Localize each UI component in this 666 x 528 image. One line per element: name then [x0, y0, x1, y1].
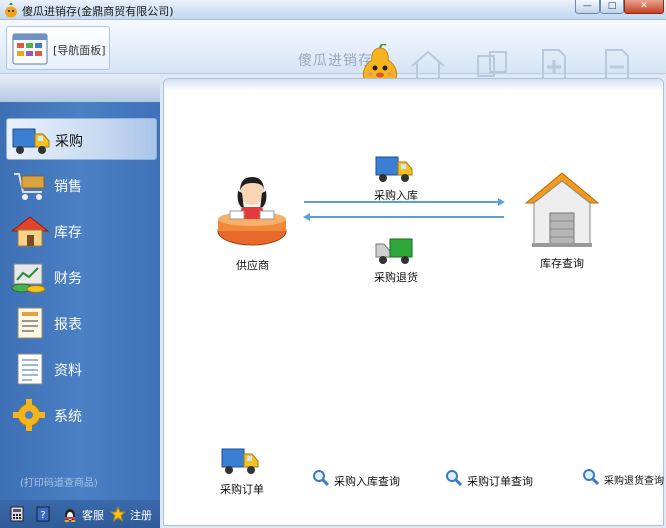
sidebar-item-purchase[interactable]: 采购: [6, 118, 157, 160]
purchase-return-label[interactable]: 采购退货: [374, 269, 418, 285]
main-panel-header: [164, 79, 663, 91]
sidebar-item-data[interactable]: 资料: [6, 348, 157, 390]
stock-query-node[interactable]: [522, 167, 602, 254]
supplier-label[interactable]: 供应商: [236, 257, 269, 273]
minimize-button[interactable]: —: [575, 0, 600, 14]
sidebar-item-label: 报表: [54, 317, 82, 333]
dashboard-icon: [12, 33, 48, 65]
register-link[interactable]: 注册: [130, 507, 152, 523]
sidebar-item-label: 资料: [54, 363, 82, 379]
purchase-in-node[interactable]: [374, 151, 414, 188]
truck-icon: [221, 448, 259, 474]
green-truck-icon: [375, 238, 413, 264]
gear-icon: [13, 399, 45, 431]
sidebar: 采购 销售 库存 财务 报表 资料 系统 (打印码道查商品) ? 客服 注册: [0, 74, 160, 528]
star-icon[interactable]: [110, 506, 126, 522]
purchase-order-label[interactable]: 采购订单: [220, 481, 264, 497]
sidebar-item-label: 采购: [55, 134, 83, 150]
purchase-in-query-link[interactable]: 采购入库查询: [334, 473, 400, 489]
purchase-in-arrow: [304, 198, 505, 206]
window-title: 傻瓜进销存(金鼎商贸有限公司): [22, 5, 174, 18]
title-bar[interactable]: 傻瓜进销存(金鼎商贸有限公司) — □ ✕: [0, 0, 666, 20]
purchase-order-node[interactable]: [220, 443, 260, 480]
sidebar-item-system[interactable]: 系统: [6, 394, 157, 436]
maximize-button[interactable]: □: [600, 0, 624, 14]
qq-penguin-icon[interactable]: [62, 506, 78, 522]
warehouse-icon: [524, 172, 600, 247]
purchase-return-node[interactable]: [374, 233, 414, 270]
sidebar-bottom-bar: ? 客服 注册: [0, 500, 160, 528]
supplier-node[interactable]: [214, 171, 290, 250]
sidebar-item-label: 财务: [54, 271, 82, 287]
svg-text:?: ?: [40, 510, 45, 521]
sidebar-item-sales[interactable]: 销售: [6, 164, 157, 206]
nav-panel-button[interactable]: [导航面板]: [6, 26, 110, 70]
purchase-return-query-link[interactable]: 采购退货查询: [604, 472, 664, 487]
truck-icon: [12, 128, 50, 154]
sidebar-header: [0, 74, 160, 102]
sidebar-item-label: 库存: [54, 225, 82, 241]
calculator-icon[interactable]: [10, 506, 24, 522]
purchase-return-arrow: [303, 213, 504, 221]
supplier-person-icon: [217, 177, 287, 246]
sidebar-item-finance[interactable]: 财务: [6, 256, 157, 298]
sidebar-item-label: 系统: [54, 409, 82, 425]
nav-panel-label: [导航面板]: [53, 44, 106, 57]
truck-icon: [375, 156, 413, 182]
app-logo-icon: [5, 2, 17, 18]
toolbar: [导航面板] 傻瓜进销存: [0, 20, 666, 87]
search-icon[interactable]: [445, 469, 463, 487]
close-button[interactable]: ✕: [624, 0, 664, 14]
cart-icon: [14, 173, 45, 200]
search-icon[interactable]: [582, 468, 600, 486]
main-panel: 供应商 采购入库 采购退货 库存查询 采购订单 采购入库查询 采购订单查询 采购…: [163, 78, 664, 526]
house-icon: [10, 216, 50, 247]
sidebar-item-label: 销售: [54, 179, 82, 195]
search-icon[interactable]: [312, 469, 330, 487]
sidebar-note: (打印码道查商品): [20, 478, 98, 489]
customer-service-link[interactable]: 客服: [82, 507, 104, 523]
money-icon: [11, 263, 46, 293]
purchase-order-query-link[interactable]: 采购订单查询: [467, 473, 533, 489]
help-icon[interactable]: ?: [36, 506, 50, 522]
report-icon: [17, 307, 43, 339]
stock-query-label[interactable]: 库存查询: [540, 255, 584, 271]
sidebar-item-reports[interactable]: 报表: [6, 302, 157, 344]
sidebar-item-inventory[interactable]: 库存: [6, 210, 157, 252]
document-icon: [17, 353, 43, 385]
